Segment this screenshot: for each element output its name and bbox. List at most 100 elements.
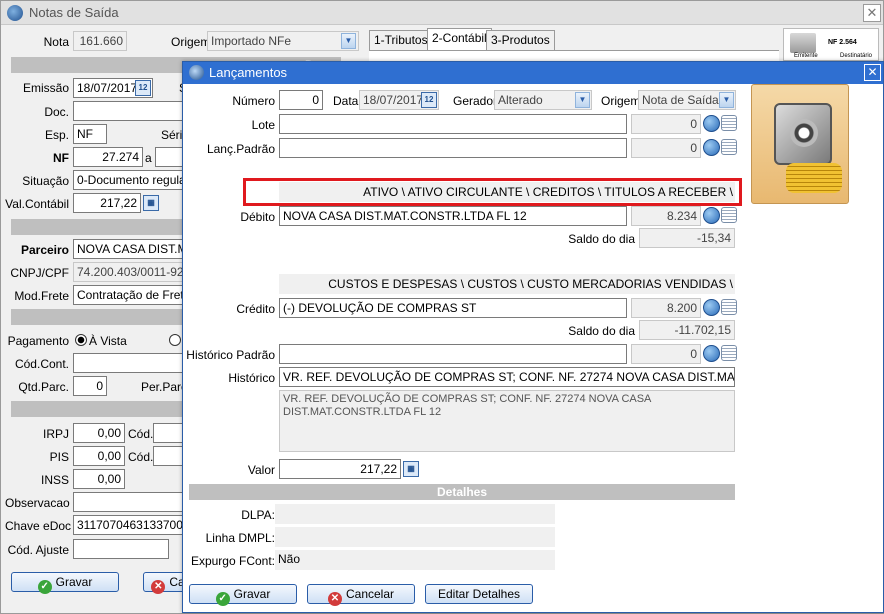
cnpj-label: CNPJ/CPF xyxy=(10,266,69,280)
outer-gravar-button[interactable]: ✓ Gravar xyxy=(11,572,119,594)
historico-memo[interactable]: VR. REF. DEVOLUÇÃO DE COMPRAS ST; CONF. … xyxy=(279,390,735,452)
parceiro-label: Parceiro xyxy=(20,243,69,257)
lancpadrao-search-icon[interactable] xyxy=(703,139,720,156)
modfrete-field[interactable]: Contratação de Frete xyxy=(73,285,188,305)
gerador-dropdown-icon[interactable]: ▼ xyxy=(575,92,590,108)
nf-emitente: Emitente xyxy=(794,53,818,59)
chave-field[interactable]: 311707046313370001 xyxy=(73,515,188,535)
nf-field[interactable]: 27.274 xyxy=(73,147,143,167)
histpadrao-field[interactable] xyxy=(279,344,627,364)
dlpa-label: DLPA: xyxy=(241,508,275,522)
doc-label: Doc. xyxy=(44,105,69,119)
lote-list-icon[interactable] xyxy=(721,115,737,131)
valcontabil-field[interactable]: 217,22 xyxy=(73,193,141,213)
debito-search-icon[interactable] xyxy=(703,207,720,224)
origem-label: Origem xyxy=(171,35,211,49)
debito-code[interactable]: 8.234 xyxy=(631,206,701,226)
emissao-calendar-icon[interactable]: 12 xyxy=(135,80,151,96)
debito-field[interactable]: NOVA CASA DIST.MAT.CONSTR.LTDA FL 12 xyxy=(279,206,627,226)
histpadrao-search-icon[interactable] xyxy=(703,345,720,362)
irpj-field[interactable]: 0,00 xyxy=(73,423,125,443)
esp-field[interactable]: NF xyxy=(73,124,107,144)
safe-dial-icon xyxy=(790,119,818,147)
lancpadrao-list-icon[interactable] xyxy=(721,139,737,155)
dialog-title-bar: Lançamentos ✕ xyxy=(183,62,883,84)
origem-field[interactable]: Importado NFe xyxy=(207,31,359,51)
parceiro-field[interactable]: NOVA CASA DIST.MAT xyxy=(73,239,188,259)
cancel-icon: ✕ xyxy=(327,592,342,606)
app-icon xyxy=(7,5,23,21)
credito-search-icon[interactable] xyxy=(703,299,720,316)
gerador-label: Gerador xyxy=(453,94,498,108)
check-icon: ✓ xyxy=(37,580,52,594)
numero-field[interactable]: 0 xyxy=(279,90,323,110)
codcont-label: Cód.Cont. xyxy=(14,357,69,371)
lote-field[interactable] xyxy=(279,114,627,134)
qtdparc-label: Qtd.Parc. xyxy=(18,380,69,394)
irpj-cod-label: Cód. xyxy=(128,427,154,441)
situacao-label: Situação xyxy=(22,174,69,188)
valor-label: Valor xyxy=(247,463,275,477)
lote-search-icon[interactable] xyxy=(703,115,720,132)
cnpj-field[interactable]: 74.200.403/0011-92 xyxy=(73,262,188,282)
tab-contabil[interactable]: 2-Contábil xyxy=(427,28,492,51)
nf-destinatario: Destinatário xyxy=(840,53,873,59)
dmpl-field[interactable] xyxy=(275,527,555,547)
credito-label: Crédito xyxy=(236,302,275,316)
histpadrao-number[interactable]: 0 xyxy=(631,344,701,364)
aprazo-radio[interactable] xyxy=(169,334,181,346)
histpadrao-list-icon[interactable] xyxy=(721,345,737,361)
saldo-credito-field: -11.702,15 xyxy=(639,320,735,340)
situacao-field[interactable]: 0-Documento regular xyxy=(73,170,188,190)
data-calendar-icon[interactable]: 12 xyxy=(421,92,437,108)
inss-field[interactable]: 0,00 xyxy=(73,469,125,489)
valor-calculator-icon[interactable]: ▦ xyxy=(403,461,419,477)
lancpadrao-number[interactable]: 0 xyxy=(631,138,701,158)
pis-field[interactable]: 0,00 xyxy=(73,446,125,466)
lote-number[interactable]: 0 xyxy=(631,114,701,134)
debito-label: Débito xyxy=(240,210,275,224)
codcont-field[interactable] xyxy=(73,353,188,373)
editar-detalhes-button[interactable]: Editar Detalhes xyxy=(425,584,533,604)
credito-code[interactable]: 8.200 xyxy=(631,298,701,318)
debito-path-highlight xyxy=(243,178,742,206)
qtdparc-field[interactable]: 0 xyxy=(73,376,107,396)
numero-label: Número xyxy=(232,94,275,108)
tab-tributos[interactable]: 1-Tributos xyxy=(369,30,433,50)
pis-cod-label: Cód. xyxy=(128,450,154,464)
credito-path: CUSTOS E DESPESAS \ CUSTOS \ CUSTO MERCA… xyxy=(328,277,733,291)
historico-memo-line-1: VR. REF. DEVOLUÇÃO DE COMPRAS ST; CONF. … xyxy=(283,393,652,405)
credito-list-icon[interactable] xyxy=(721,299,737,315)
tab-produtos[interactable]: 3-Produtos xyxy=(486,30,555,50)
dialog-title: Lançamentos xyxy=(209,65,288,80)
saldo-debito-field: -15,34 xyxy=(639,228,735,248)
expurgo-field[interactable]: Não xyxy=(275,550,555,570)
historico-field[interactable]: VR. REF. DEVOLUÇÃO DE COMPRAS ST; CONF. … xyxy=(279,367,735,387)
debito-list-icon[interactable] xyxy=(721,207,737,223)
outer-close-icon[interactable]: ✕ xyxy=(863,4,881,22)
esp-label: Esp. xyxy=(44,128,69,142)
lancpadrao-field[interactable] xyxy=(279,138,627,158)
nota-field[interactable]: 161.660 xyxy=(73,31,127,51)
doc-field[interactable] xyxy=(73,101,188,121)
dlpa-field[interactable] xyxy=(275,504,555,524)
observacao-label: Observacao xyxy=(5,496,70,510)
codajuste-field[interactable] xyxy=(73,539,169,559)
coins-icon xyxy=(786,163,842,193)
dialog-app-icon xyxy=(189,65,204,80)
observacao-field[interactable] xyxy=(73,492,188,512)
origem-dropdown-icon[interactable]: ▼ xyxy=(341,33,356,49)
origem-dropdown-icon[interactable]: ▼ xyxy=(719,92,734,108)
dialog-gravar-button[interactable]: ✓ Gravar xyxy=(189,584,297,606)
nota-label: Nota xyxy=(43,35,69,49)
lancpadrao-label: Lanç.Padrão xyxy=(206,142,275,156)
saldo-credito-label: Saldo do dia xyxy=(568,324,635,338)
avista-radio[interactable] xyxy=(75,334,87,346)
cancel-icon: ✕ xyxy=(151,580,166,594)
dialog-cancelar-button[interactable]: ✕ Cancelar xyxy=(307,584,415,606)
credito-field[interactable]: (-) DEVOLUÇÃO DE COMPRAS ST xyxy=(279,298,627,318)
valcontabil-calculator-icon[interactable]: ▦ xyxy=(143,195,159,211)
dialog-close-icon[interactable]: ✕ xyxy=(864,64,881,81)
origem-label: Origem xyxy=(601,94,641,108)
valor-field[interactable]: 217,22 xyxy=(279,459,401,479)
